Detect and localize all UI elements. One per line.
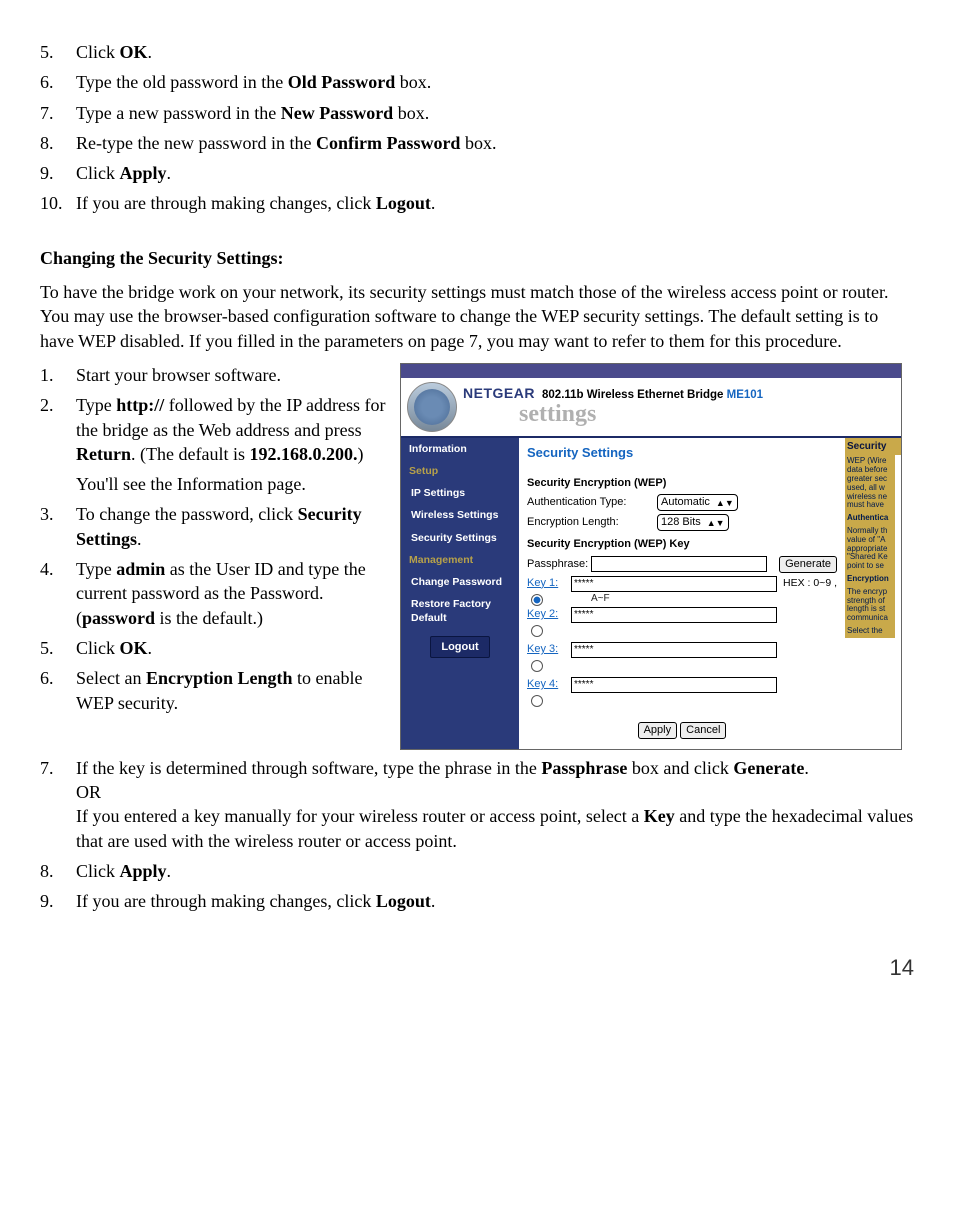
chevron-updown-icon: ▲▼: [707, 517, 725, 529]
panel-heading: Security Settings: [527, 444, 837, 462]
sidebar-item-information[interactable]: Information: [401, 438, 519, 460]
sidebar: Information Setup IP Settings Wireless S…: [401, 438, 519, 749]
key1-input[interactable]: *****: [571, 576, 777, 592]
left-steps-list: 1.Start your browser software. 2. Type h…: [40, 363, 400, 715]
enc-length-label: Encryption Length:: [527, 515, 657, 530]
subhead-wep-key: Security Encryption (WEP) Key: [527, 537, 837, 552]
help-heading: Security: [845, 438, 901, 456]
key3-label[interactable]: Key 3:: [527, 642, 567, 657]
enc-length-select[interactable]: 128 Bits▲▼: [657, 514, 729, 531]
key4-label[interactable]: Key 4:: [527, 677, 567, 692]
subhead-wep: Security Encryption (WEP): [527, 476, 837, 491]
sidebar-category-setup: Setup: [401, 460, 519, 482]
key4-input[interactable]: *****: [571, 677, 777, 693]
sidebar-item-security-settings[interactable]: Security Settings: [403, 527, 519, 549]
sidebar-item-restore-factory[interactable]: Restore Factory Default: [403, 593, 519, 629]
netgear-logo-icon: [407, 382, 457, 432]
hex-range-text: HEX : 0~9 ,: [783, 576, 837, 590]
key1-label[interactable]: Key 1:: [527, 576, 567, 591]
generate-button[interactable]: Generate: [779, 556, 837, 573]
passphrase-input[interactable]: [591, 556, 767, 572]
key1-radio[interactable]: [531, 594, 543, 606]
bottom-steps-list: 7.If the key is determined through softw…: [40, 756, 914, 914]
sidebar-item-ip-settings[interactable]: IP Settings: [403, 482, 519, 504]
intro-paragraph: To have the bridge work on your network,…: [40, 280, 914, 353]
logout-button[interactable]: Logout: [430, 636, 489, 659]
window-titlebar: [401, 364, 901, 378]
sidebar-category-management: Management: [401, 549, 519, 571]
auth-type-select[interactable]: Automatic▲▼: [657, 494, 738, 511]
passphrase-label: Passphrase:: [527, 557, 588, 572]
top-steps-list: 5.Click OK. 6.Type the old password in t…: [40, 40, 914, 216]
af-text: A~F: [591, 592, 610, 606]
key3-input[interactable]: *****: [571, 642, 777, 658]
cancel-button[interactable]: Cancel: [680, 722, 726, 739]
header: NETGEAR 802.11b Wireless Ethernet Bridge…: [401, 378, 901, 436]
main-panel: Security Settings Security Encryption (W…: [519, 438, 845, 749]
sidebar-item-wireless-settings[interactable]: Wireless Settings: [403, 504, 519, 526]
auth-type-label: Authentication Type:: [527, 495, 657, 510]
step-number: 5.: [40, 40, 76, 64]
help-panel: Security WEP (Wire data before greater s…: [845, 438, 901, 749]
key4-radio[interactable]: [531, 695, 543, 707]
section-heading: Changing the Security Settings:: [40, 246, 914, 270]
step-subtext: You'll see the Information page.: [76, 472, 400, 496]
key3-radio[interactable]: [531, 660, 543, 672]
subtitle-text: settings: [519, 398, 763, 430]
apply-button[interactable]: Apply: [638, 722, 678, 739]
page-number: 14: [40, 953, 914, 983]
netgear-settings-window: NETGEAR 802.11b Wireless Ethernet Bridge…: [400, 363, 902, 750]
key2-radio[interactable]: [531, 625, 543, 637]
key2-label[interactable]: Key 2:: [527, 607, 567, 622]
step-text: Click OK.: [76, 40, 914, 64]
chevron-updown-icon: ▲▼: [716, 497, 734, 509]
key2-input[interactable]: *****: [571, 607, 777, 623]
sidebar-item-change-password[interactable]: Change Password: [403, 571, 519, 593]
